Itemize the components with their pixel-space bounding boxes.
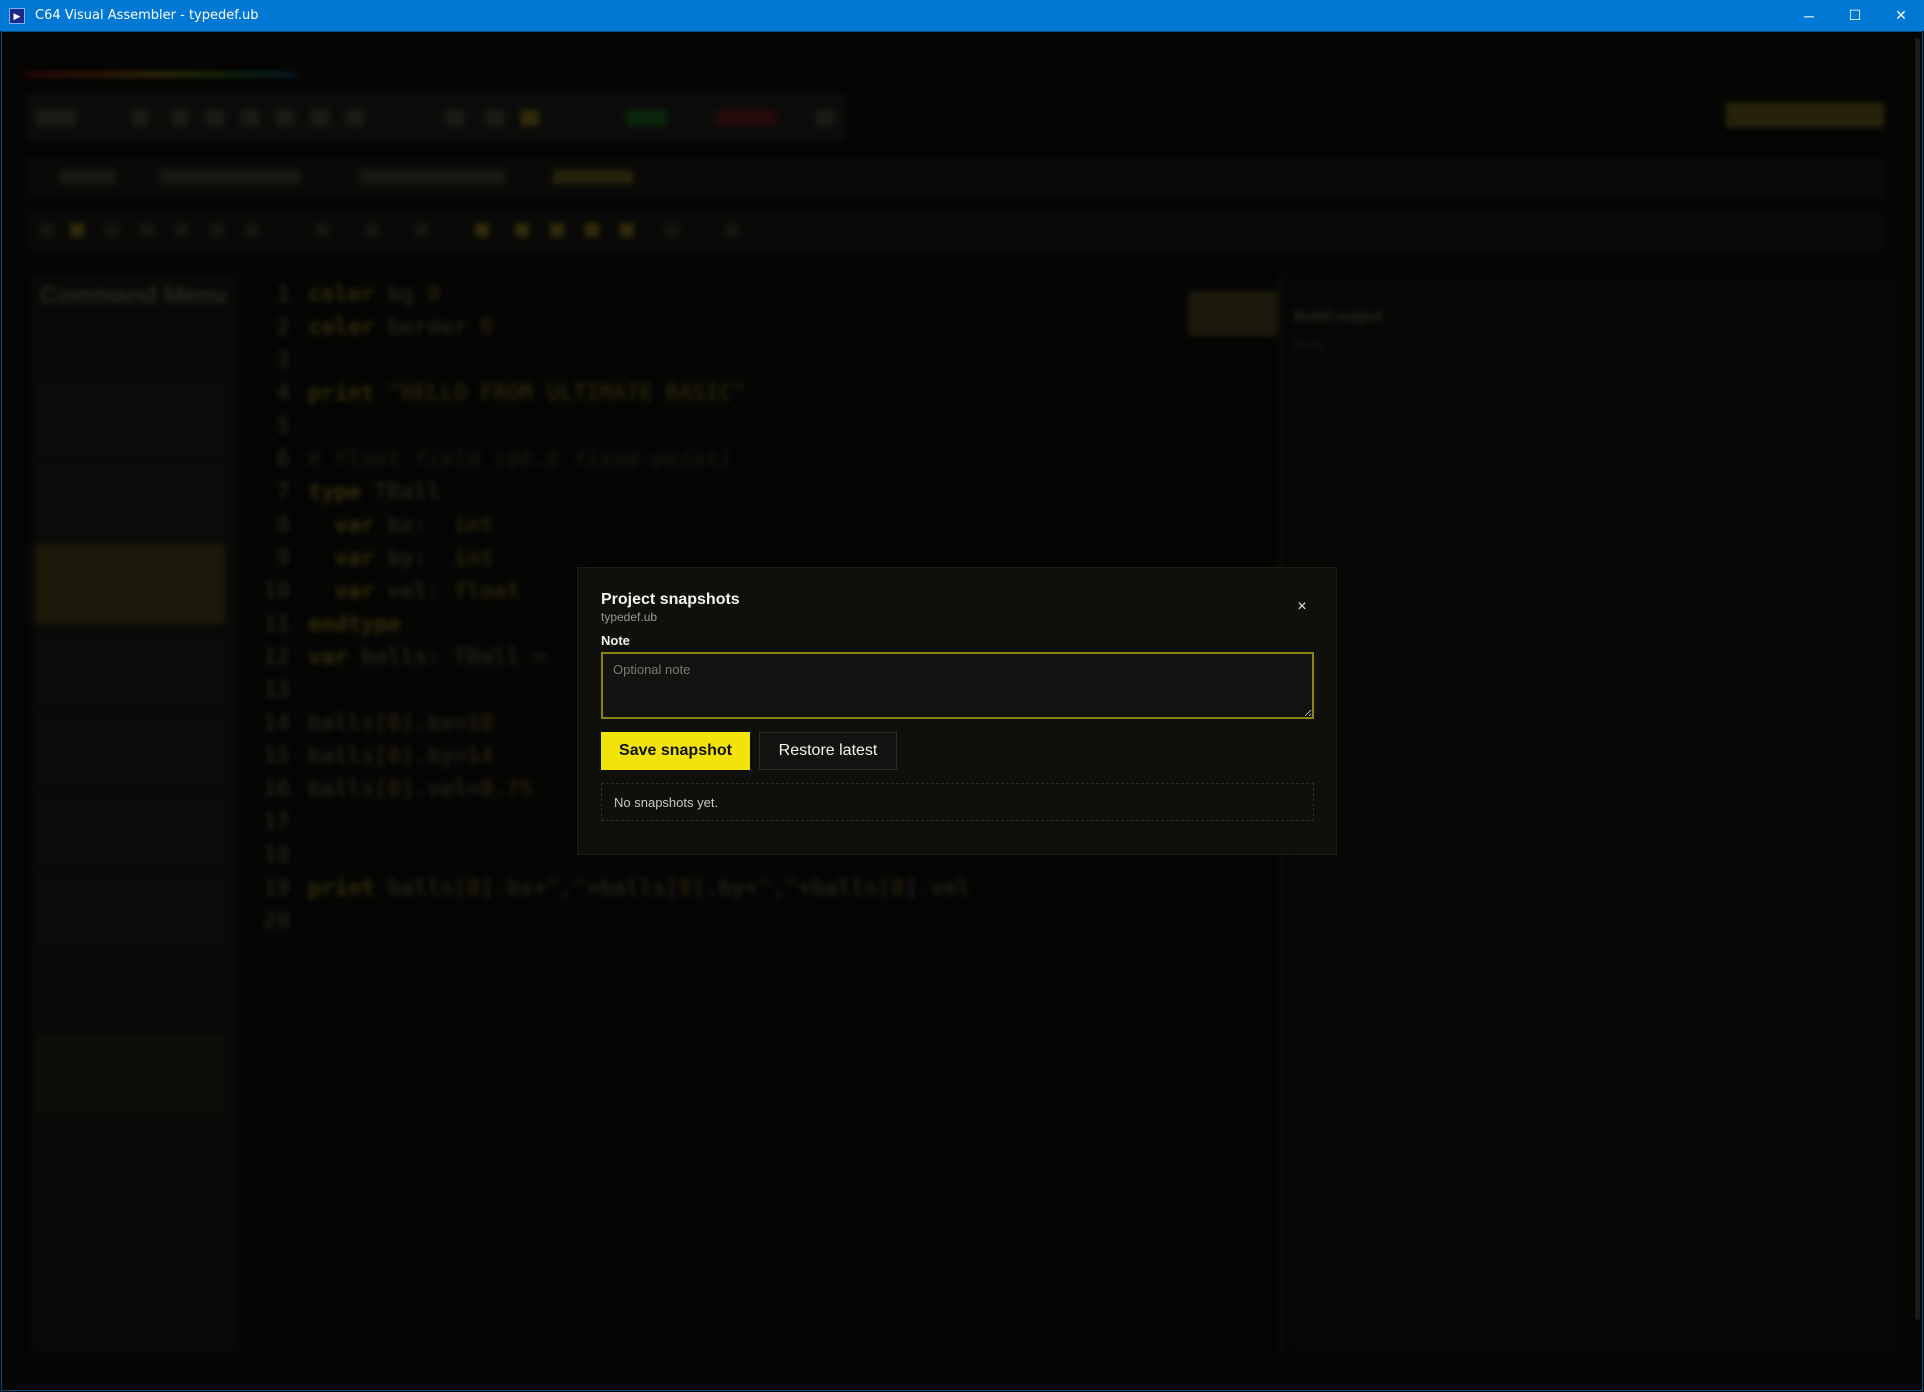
note-label: Note bbox=[601, 633, 630, 648]
app-icon: ▶ bbox=[9, 7, 25, 24]
restore-latest-button[interactable]: Restore latest bbox=[759, 732, 897, 770]
dialog-title: Project snapshots bbox=[601, 591, 740, 608]
project-snapshots-dialog: Project snapshots typedef.ub × Note Save… bbox=[577, 567, 1337, 855]
dialog-subtitle: typedef.ub bbox=[601, 610, 658, 624]
maximize-icon[interactable]: ☐ bbox=[1832, 0, 1878, 31]
snapshots-empty-state: No snapshots yet. bbox=[601, 783, 1314, 821]
save-snapshot-button[interactable]: Save snapshot bbox=[601, 732, 750, 770]
close-icon[interactable]: × bbox=[1291, 596, 1313, 618]
minimize-icon[interactable]: ─ bbox=[1786, 0, 1832, 31]
window-titlebar[interactable]: ▶ C64 Visual Assembler - typedef.ub ─ ☐ … bbox=[0, 0, 1924, 31]
close-icon[interactable]: ✕ bbox=[1878, 0, 1924, 31]
window-title: C64 Visual Assembler - typedef.ub bbox=[35, 8, 259, 23]
note-field[interactable] bbox=[601, 652, 1314, 719]
